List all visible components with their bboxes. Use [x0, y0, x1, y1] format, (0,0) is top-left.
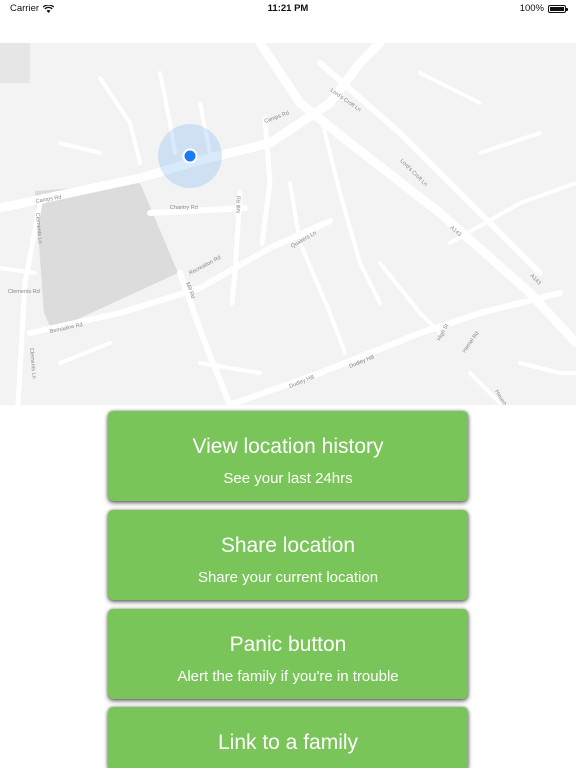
street-label: Hamel Rd [462, 331, 481, 354]
view-location-history-button[interactable]: View location history See your last 24hr… [108, 411, 468, 501]
button-title: Panic button [229, 633, 347, 656]
street-label: Mill Rd [236, 196, 243, 213]
battery-icon [548, 4, 568, 13]
clock: 11:21 PM [267, 3, 309, 14]
street-label: Recreation Rd [188, 255, 222, 277]
block-area [0, 43, 30, 83]
status-bar: Carrier 11:21 PM 100% [0, 0, 576, 16]
status-right: 100% [519, 3, 568, 14]
button-title: Share location [220, 534, 356, 557]
map-view[interactable]: Lord's Croft Ln Lord's Croft Ln Camps Rd… [0, 43, 576, 405]
current-location-marker[interactable] [182, 148, 198, 164]
button-title: View location history [192, 435, 384, 458]
panic-button[interactable]: Panic button Alert the family if you're … [108, 609, 468, 699]
park-area [35, 183, 178, 331]
link-to-family-button[interactable]: Link to a family [108, 707, 468, 768]
button-subtitle: Alert the family if you're in trouble [177, 668, 399, 685]
button-subtitle: See your last 24hrs [223, 470, 353, 487]
button-subtitle: Share your current location [197, 569, 379, 586]
street-label: Clements Rd [8, 289, 40, 295]
street-label: Chantry Rd [170, 205, 198, 211]
map-canvas: Lord's Croft Ln Lord's Croft Ln Camps Rd… [0, 43, 576, 405]
button-title: Link to a family [217, 731, 359, 754]
battery-percent: 100% [519, 3, 544, 14]
street-label: Camps Rd [264, 110, 290, 125]
street-label: Clements Ln [28, 348, 37, 379]
share-location-button[interactable]: Share location Share your current locati… [108, 510, 468, 600]
